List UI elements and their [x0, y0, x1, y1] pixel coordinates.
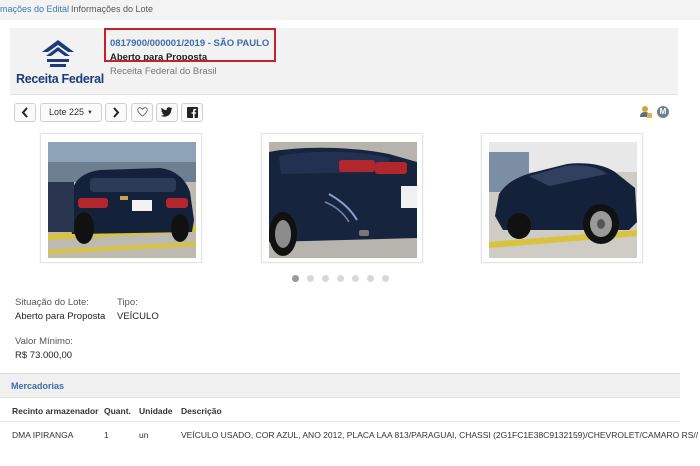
carousel-dot[interactable] — [322, 275, 329, 282]
situacao-label: Situação do Lote: — [15, 297, 89, 308]
lot-photo-1[interactable] — [40, 133, 202, 263]
lot-photo-3[interactable] — [481, 133, 643, 263]
cell-unidade: un — [139, 430, 149, 440]
receita-federal-emblem-icon — [38, 38, 78, 70]
twitter-icon — [161, 107, 173, 117]
column-header-recinto: Recinto armazenador — [12, 406, 99, 416]
caret-down-icon: ▼ — [87, 110, 93, 116]
prev-lot-button[interactable] — [14, 103, 36, 122]
tipo-label: Tipo: — [117, 297, 138, 308]
highlight-box — [104, 28, 276, 62]
car-rear-damage-photo — [269, 142, 417, 258]
header-right-icons: M — [639, 105, 673, 121]
cell-recinto: DMA IPIRANGA — [12, 430, 74, 440]
carousel-dot[interactable] — [367, 275, 374, 282]
lote-dropdown-label: Lote 225 — [49, 107, 85, 117]
situacao-value: Aberto para Proposta — [15, 311, 106, 322]
mercadorias-title: Mercadorias — [11, 381, 65, 391]
next-lot-button[interactable] — [105, 103, 127, 122]
breadcrumb-separator: / — [62, 4, 65, 14]
user-lock-icon[interactable] — [639, 105, 653, 119]
m-badge-icon[interactable]: M — [657, 106, 669, 118]
cell-quant: 1 — [104, 430, 109, 440]
lote-dropdown-button[interactable]: Lote 225 ▼ — [40, 103, 102, 122]
carousel-dot[interactable] — [307, 275, 314, 282]
carousel-dot[interactable] — [352, 275, 359, 282]
receita-federal-logo: Receita Federal — [16, 38, 104, 90]
mercadorias-title-bar: Mercadorias — [0, 374, 680, 398]
facebook-share-button[interactable] — [181, 103, 203, 122]
table-row: DMA IPIRANGA 1 un VEÍCULO USADO, COR AZU… — [0, 421, 698, 448]
lot-organization: Receita Federal do Brasil — [110, 66, 217, 77]
facebook-icon — [186, 107, 198, 118]
column-header-descricao: Descrição — [181, 406, 222, 416]
heart-icon — [136, 107, 148, 117]
cell-descricao: VEÍCULO USADO, COR AZUL, ANO 2012, PLACA… — [181, 430, 699, 440]
favorite-button[interactable] — [131, 103, 153, 122]
column-header-quant: Quant. — [104, 406, 131, 416]
breadcrumb-link-edital[interactable]: mações do Edital — [0, 0, 69, 18]
breadcrumb: mações do Edital / Informações do Lote — [0, 0, 700, 20]
logo-text: Receita Federal — [16, 72, 104, 86]
valor-minimo-value: R$ 73.000,00 — [15, 350, 73, 361]
carousel-dot[interactable] — [292, 275, 299, 282]
valor-minimo-label: Valor Mínimo: — [15, 336, 73, 347]
carousel-dot[interactable] — [382, 275, 389, 282]
breadcrumb-current: Informações do Lote — [71, 4, 154, 14]
twitter-share-button[interactable] — [156, 103, 178, 122]
chevron-right-icon — [113, 107, 120, 118]
lot-photo-2[interactable] — [261, 133, 423, 263]
tipo-value: VEÍCULO — [117, 311, 159, 322]
carousel-dot[interactable] — [337, 275, 344, 282]
car-rear-left-photo — [48, 142, 196, 258]
car-side-photo — [489, 142, 637, 258]
chevron-left-icon — [21, 107, 28, 118]
column-header-unidade: Unidade — [139, 406, 173, 416]
